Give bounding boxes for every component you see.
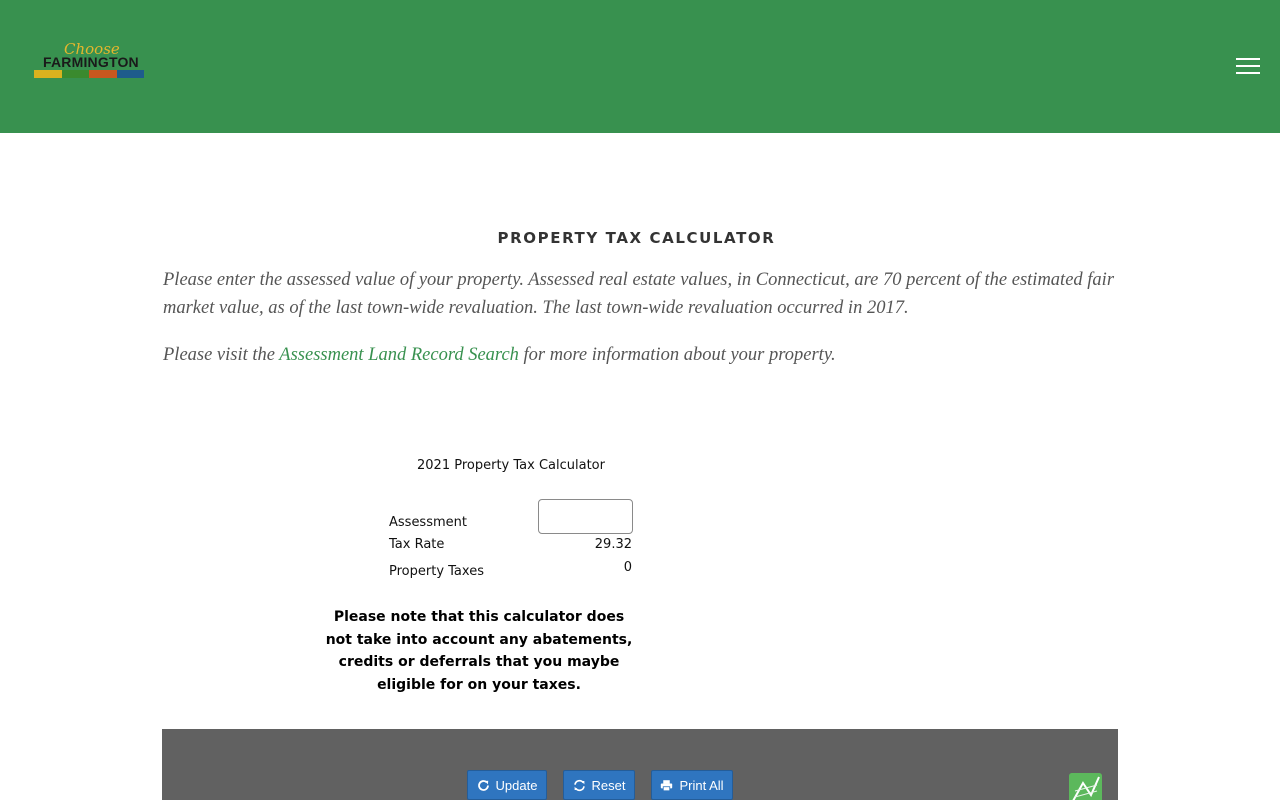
- calculator-disclaimer-note: Please note that this calculator does no…: [325, 609, 633, 694]
- logo-word-text: FARMINGTON: [43, 54, 139, 70]
- refresh-icon: [477, 779, 489, 791]
- choose-farmington-logo[interactable]: Choose FARMINGTON: [34, 42, 144, 82]
- paragraph-text-after: for more information about your property…: [518, 345, 836, 365]
- refresh-icon: [573, 779, 585, 791]
- print-all-label: Print All: [679, 777, 724, 793]
- assessment-land-record-search-link[interactable]: Assessment Land Record Search: [279, 345, 519, 365]
- logo-color-bars: [34, 70, 144, 78]
- reset-label: Reset: [591, 777, 626, 793]
- print-all-button[interactable]: Print All: [651, 770, 733, 800]
- paragraph-text-before: Please visit the: [163, 345, 280, 365]
- calculator-toolbar: [162, 729, 1118, 800]
- spreadsheet-icon[interactable]: [1069, 773, 1102, 800]
- page-title: PROPERTY TAX CALCULATOR: [497, 229, 776, 247]
- printer-icon: [661, 779, 673, 791]
- intro-paragraph: Please enter the assessed value of your …: [163, 270, 1115, 318]
- hamburger-menu-icon[interactable]: [1236, 58, 1260, 76]
- update-button[interactable]: Update: [467, 770, 547, 800]
- assessment-label: Assessment: [389, 515, 467, 530]
- reset-button[interactable]: Reset: [563, 770, 635, 800]
- site-header: Choose FARMINGTON: [0, 0, 1280, 133]
- property-taxes-value: 0: [623, 560, 632, 575]
- calculator-title: 2021 Property Tax Calculator: [417, 458, 605, 473]
- property-taxes-label: Property Taxes: [389, 564, 484, 579]
- assessment-input[interactable]: [538, 499, 633, 534]
- tax-rate-label: Tax Rate: [389, 537, 445, 552]
- tax-rate-value: 29.32: [594, 537, 632, 552]
- assessment-link-paragraph: Please visit the Assessment Land Record …: [163, 341, 1123, 369]
- update-label: Update: [495, 777, 538, 793]
